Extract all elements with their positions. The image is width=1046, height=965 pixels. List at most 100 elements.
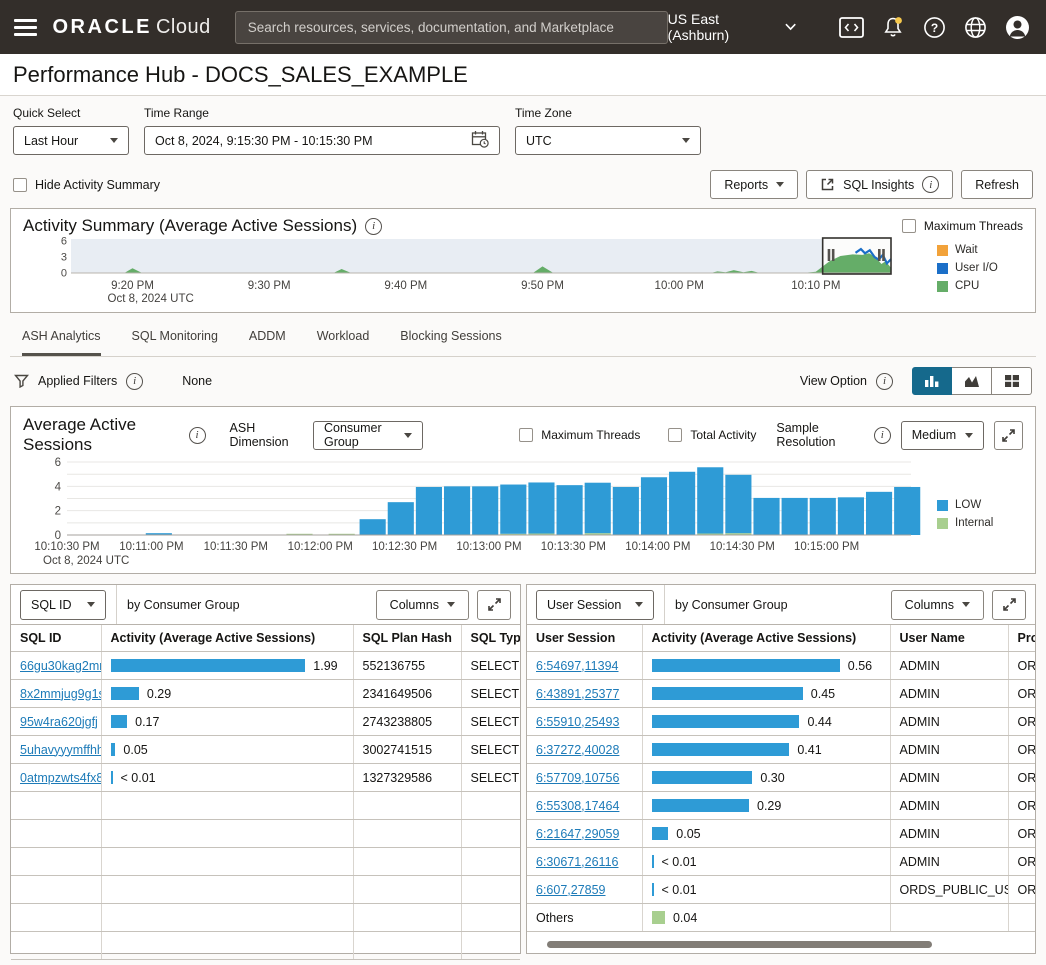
activity-value: 0.56	[848, 659, 872, 673]
table-row: 8x2mmjug9g1su0.292341649506SELECT	[11, 680, 520, 708]
reports-button[interactable]: Reports	[710, 170, 798, 199]
sql-id-link[interactable]: 0atmpzwts4fx8	[20, 771, 101, 785]
menu-icon[interactable]	[14, 19, 37, 36]
activity-value: 0.29	[147, 687, 171, 701]
activity-value: 0.45	[811, 687, 835, 701]
left-dimension-dropdown[interactable]: SQL ID	[20, 590, 106, 620]
svg-text:10:12:30 PM: 10:12:30 PM	[372, 541, 437, 553]
time-range-input[interactable]: Oct 8, 2024, 9:15:30 PM - 10:15:30 PM	[144, 126, 500, 155]
checkbox[interactable]	[668, 428, 682, 442]
tab-sql-monitoring[interactable]: SQL Monitoring	[132, 329, 218, 356]
activity-summary-legend: WaitUser I/OCPU	[937, 236, 998, 292]
aas-maximum-threads-checkbox[interactable]: Maximum Threads	[519, 428, 640, 442]
info-icon[interactable]: i	[189, 427, 206, 444]
sql-id-link[interactable]: 5uhavyyymffhh	[20, 743, 101, 757]
aas-chart-legend: LOWInternal	[937, 455, 993, 529]
caret-down-icon	[635, 602, 643, 607]
legend-swatch	[937, 518, 948, 529]
table-row: Others0.04	[527, 904, 1036, 932]
checkbox[interactable]	[902, 219, 916, 233]
global-search-input[interactable]: Search resources, services, documentatio…	[235, 11, 668, 44]
info-icon[interactable]: i	[874, 427, 891, 444]
tab-blocking-sessions[interactable]: Blocking Sessions	[400, 329, 501, 356]
table-row: 6:37272,400280.41ADMINORDS_	[527, 736, 1036, 764]
oracle-cloud-logo[interactable]: ORACLECloud	[53, 16, 211, 39]
col-header-sql-id: SQL ID	[11, 625, 101, 652]
right-columns-button[interactable]: Columns	[891, 590, 984, 620]
sql-insights-button[interactable]: SQL Insights i	[806, 170, 953, 199]
legend-item: CPU	[937, 280, 998, 292]
maximum-threads-checkbox[interactable]: Maximum Threads	[902, 219, 1023, 233]
sample-resolution-label: Sample Resolution	[776, 421, 863, 449]
expand-chart-button[interactable]	[994, 421, 1023, 450]
view-bar-chart-button[interactable]	[912, 367, 952, 395]
activity-value: 0.17	[135, 715, 159, 729]
horizontal-scrollbar-thumb[interactable]	[547, 941, 932, 948]
time-zone-dropdown[interactable]: UTC	[515, 126, 701, 155]
region-selector[interactable]: US East (Ashburn)	[668, 11, 796, 43]
left-expand-button[interactable]	[477, 590, 511, 620]
view-option-group	[912, 367, 1032, 395]
help-icon[interactable]: ?	[922, 14, 946, 40]
user-session-link[interactable]: 6:43891,25377	[536, 687, 619, 701]
caret-down-icon	[962, 602, 970, 607]
user-session-link[interactable]: 6:55910,25493	[536, 715, 619, 729]
search-placeholder: Search resources, services, documentatio…	[248, 20, 614, 35]
quick-select-dropdown[interactable]: Last Hour	[13, 126, 129, 155]
user-session-link[interactable]: 6:37272,40028	[536, 743, 619, 757]
title-bar: Performance Hub - DOCS_SALES_EXAMPLE	[0, 54, 1046, 96]
user-session-link[interactable]: 6:30671,26116	[536, 855, 619, 869]
checkbox[interactable]	[13, 178, 27, 192]
svg-text:10:10:30 PM: 10:10:30 PM	[34, 541, 99, 553]
brand-text: ORACLE	[53, 16, 152, 38]
ash-dimension-dropdown[interactable]: Consumer Group	[313, 421, 423, 450]
info-icon[interactable]: i	[365, 218, 382, 235]
hide-activity-summary-checkbox[interactable]: Hide Activity Summary	[13, 178, 160, 192]
checkbox[interactable]	[519, 428, 533, 442]
user-session-link[interactable]: 6:54697,11394	[536, 659, 619, 673]
caret-down-icon	[87, 602, 95, 607]
tab-addm[interactable]: ADDM	[249, 329, 286, 356]
activity-bar	[652, 911, 665, 924]
refresh-button[interactable]: Refresh	[961, 170, 1033, 199]
sql-id-link[interactable]: 66gu30kag2mr7	[20, 659, 101, 673]
user-session-link[interactable]: 6:21647,29059	[536, 827, 619, 841]
sample-resolution-dropdown[interactable]: Medium	[901, 421, 985, 450]
info-icon[interactable]: i	[876, 373, 893, 390]
info-icon[interactable]: i	[126, 373, 143, 390]
activity-bar	[652, 883, 654, 896]
view-area-chart-button[interactable]	[952, 367, 992, 395]
sql-id-link[interactable]: 8x2mmjug9g1su	[20, 687, 101, 701]
user-session-link[interactable]: 6:57709,10756	[536, 771, 619, 785]
right-expand-button[interactable]	[992, 590, 1026, 620]
view-option-label: View Option	[800, 374, 867, 388]
table-row: 6:43891,253770.45ADMINORDS_	[527, 680, 1036, 708]
cloud-shell-icon[interactable]	[839, 14, 864, 40]
right-dimension-dropdown[interactable]: User Session	[536, 590, 654, 620]
left-columns-button[interactable]: Columns	[376, 590, 469, 620]
tab-ash-analytics[interactable]: ASH Analytics	[22, 329, 101, 356]
calendar-clock-icon[interactable]	[471, 130, 489, 151]
info-icon[interactable]: i	[922, 176, 939, 193]
caret-down-icon	[682, 138, 690, 143]
sql-id-link[interactable]: 95w4ra620jgfj	[20, 715, 98, 729]
user-session-link[interactable]: 6:607,27859	[536, 883, 606, 897]
legend-swatch	[937, 500, 948, 511]
caret-down-icon	[965, 433, 973, 438]
notifications-bell-icon[interactable]	[881, 14, 905, 40]
activity-summary-chart[interactable]: 6309:20 PM9:30 PM9:40 PM9:50 PM10:00 PM1…	[23, 236, 923, 310]
language-globe-icon[interactable]	[964, 14, 988, 40]
average-active-sessions-chart[interactable]: 024610:10:30 PM10:11:00 PM10:11:30 PM10:…	[23, 455, 923, 573]
quick-select-label: Quick Select	[13, 106, 129, 120]
activity-bar	[652, 771, 753, 784]
empty-table-row	[11, 848, 520, 876]
user-session-link[interactable]: 6:55308,17464	[536, 799, 619, 813]
user-avatar[interactable]	[1005, 14, 1030, 40]
tab-workload[interactable]: Workload	[317, 329, 370, 356]
activity-value: 0.05	[676, 827, 700, 841]
svg-text:3: 3	[61, 252, 67, 264]
view-grid-button[interactable]	[992, 367, 1032, 395]
total-activity-checkbox[interactable]: Total Activity	[668, 428, 756, 442]
activity-bar	[652, 687, 803, 700]
svg-text:9:50 PM: 9:50 PM	[521, 280, 564, 292]
